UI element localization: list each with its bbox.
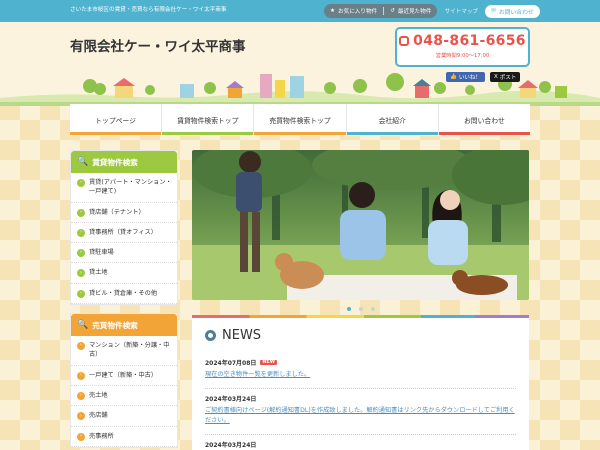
chevron-right-icon: › [77, 342, 85, 351]
business-hours: 営業時間9:00～17:00 [435, 53, 490, 59]
new-badge: NEW [260, 360, 277, 365]
nav-contact[interactable]: お問い合わせ [438, 104, 531, 135]
top-contact-button[interactable]: ✉ お問い合わせ [485, 4, 540, 18]
sidebar-item-rental-store[interactable]: › 貸店舗（テナント） [71, 203, 177, 223]
news-link[interactable]: 現在の空き物件一覧を更新しました。 [205, 370, 516, 379]
chevron-right-icon: › [77, 371, 85, 380]
sitemap-link[interactable]: サイトマップ [444, 7, 478, 15]
news-item: 2024年03月24日 [205, 435, 516, 450]
sale-search-heading: 🔍 売買物件検索 [71, 314, 177, 337]
sidebar-item-rental-residential[interactable]: › 賃貸(アパート・マンション・一戸建て) [71, 173, 177, 203]
sidebar-item-sale-land[interactable]: › 売土地 [71, 386, 177, 407]
favorites-link[interactable]: ★ お気に入り物件 [324, 4, 383, 18]
rental-search-box: 🔍 賃貸物件検索 › 賃貸(アパート・マンション・一戸建て) › 貸店舗（テナント）… [70, 150, 178, 306]
sidebar-item-sale-house[interactable]: › 一戸建て（新築・中古） [71, 366, 177, 386]
sidebar-item-rental-office[interactable]: › 貸事務所（貸オフィス） [71, 223, 177, 244]
rental-search-heading: 🔍 賃貸物件検索 [71, 151, 177, 173]
company-logo[interactable]: 有限会社ケー・ワイ太平商事 [70, 35, 246, 55]
family-park-photo [192, 150, 529, 300]
chevron-right-icon: › [77, 391, 85, 400]
news-date: 2024年03月24日 [205, 441, 257, 449]
top-links: ★ お気に入り物件 ↺ 最近見た物件 サイトマップ ✉ お問い合わせ [324, 4, 540, 18]
chevron-right-icon: › [77, 432, 85, 441]
nav-sale-search[interactable]: 売買物件検索トップ [254, 104, 347, 135]
phone-icon [399, 36, 410, 46]
news-link[interactable]: ご契約書様向けページ(解約通知書DL)を作成致しました。解約通知書はリンク先から… [205, 406, 516, 425]
sidebar: 🔍 賃貸物件検索 › 賃貸(アパート・マンション・一戸建て) › 貸店舗（テナント）… [70, 150, 178, 450]
recent-viewed-link[interactable]: ↺ 最近見た物件 [384, 4, 437, 18]
slide-dot-1[interactable] [346, 307, 351, 311]
global-nav: トップページ 賃貸物件検索トップ 売買物件検索トップ 会社紹介 お問い合わせ [70, 104, 531, 136]
chevron-right-icon: › [77, 412, 85, 421]
sidebar-item-sale-store[interactable]: › 売店舗 [71, 406, 177, 427]
sidebar-item-rental-parking[interactable]: › 貸駐車場 [71, 243, 177, 264]
phone-number: 048-861-6656 [397, 33, 528, 49]
x-post-button[interactable]: X ポスト [490, 72, 521, 82]
news-item: 2024年07月08日 NEW 現在の空き物件一覧を更新しました。 [205, 353, 516, 390]
circle-icon [205, 330, 216, 341]
nav-company[interactable]: 会社紹介 [346, 104, 439, 135]
sale-search-box: 🔍 売買物件検索 › マンション（新築・分譲・中古） › 一戸建て（新築・中古） ›… [70, 313, 178, 448]
sidebar-item-sale-condo[interactable]: › マンション（新築・分譲・中古） [71, 336, 177, 366]
hero-slideshow[interactable] [192, 150, 529, 300]
chevron-right-icon: › [77, 269, 85, 278]
main-content: NEWS 2024年07月08日 NEW 現在の空き物件一覧を更新しました。 2… [192, 150, 529, 450]
history-icon: ↺ [390, 8, 395, 14]
chevron-right-icon: › [77, 249, 85, 258]
mail-icon: ✉ [491, 8, 496, 14]
search-icon: 🔍 [77, 157, 89, 167]
chevron-right-icon: › [77, 179, 85, 187]
chevron-right-icon: › [77, 228, 85, 237]
slider-indicators [192, 307, 529, 311]
site-tagline: さいたま市桜区の賃貸・売買なら有限会社ケー・ワイ太平商事 [70, 7, 227, 13]
news-section: NEWS 2024年07月08日 NEW 現在の空き物件一覧を更新しました。 2… [192, 318, 529, 450]
top-bar: さいたま市桜区の賃貸・売買なら有限会社ケー・ワイ太平商事 ★ お気に入り物件 ↺… [0, 0, 600, 22]
news-date: 2024年07月08日 NEW [205, 360, 277, 367]
x-logo-icon: X [494, 74, 498, 80]
sidebar-item-sale-office[interactable]: › 売事務所 [71, 427, 177, 447]
chevron-right-icon: › [77, 289, 85, 298]
news-date: 2024年03月24日 [205, 396, 257, 404]
news-heading: NEWS [205, 328, 516, 343]
star-icon: ★ [330, 8, 336, 14]
phone-box[interactable]: 048-861-6656 営業時間9:00～17:00 [395, 27, 530, 67]
sidebar-item-rental-other[interactable]: › 貸ビル・貸倉庫・その他 [71, 284, 177, 305]
chevron-right-icon: › [77, 208, 85, 217]
nav-top-page[interactable]: トップページ [70, 104, 163, 135]
slide-dot-2[interactable] [358, 307, 363, 311]
nav-rental-search[interactable]: 賃貸物件検索トップ [162, 104, 255, 135]
sidebar-item-rental-land[interactable]: › 貸土地 [71, 263, 177, 284]
townscape-illustration [0, 73, 600, 106]
facebook-like-button[interactable]: 👍 いいね！ [446, 72, 485, 82]
history-links: ★ お気に入り物件 ↺ 最近見た物件 [324, 4, 438, 18]
search-icon: 🔍 [77, 320, 89, 331]
slide-dot-3[interactable] [370, 307, 375, 311]
thumbs-up-icon: 👍 [450, 74, 457, 80]
news-item: 2024年03月24日 ご契約書様向けページ(解約通知書DL)を作成致しました。… [205, 389, 516, 435]
